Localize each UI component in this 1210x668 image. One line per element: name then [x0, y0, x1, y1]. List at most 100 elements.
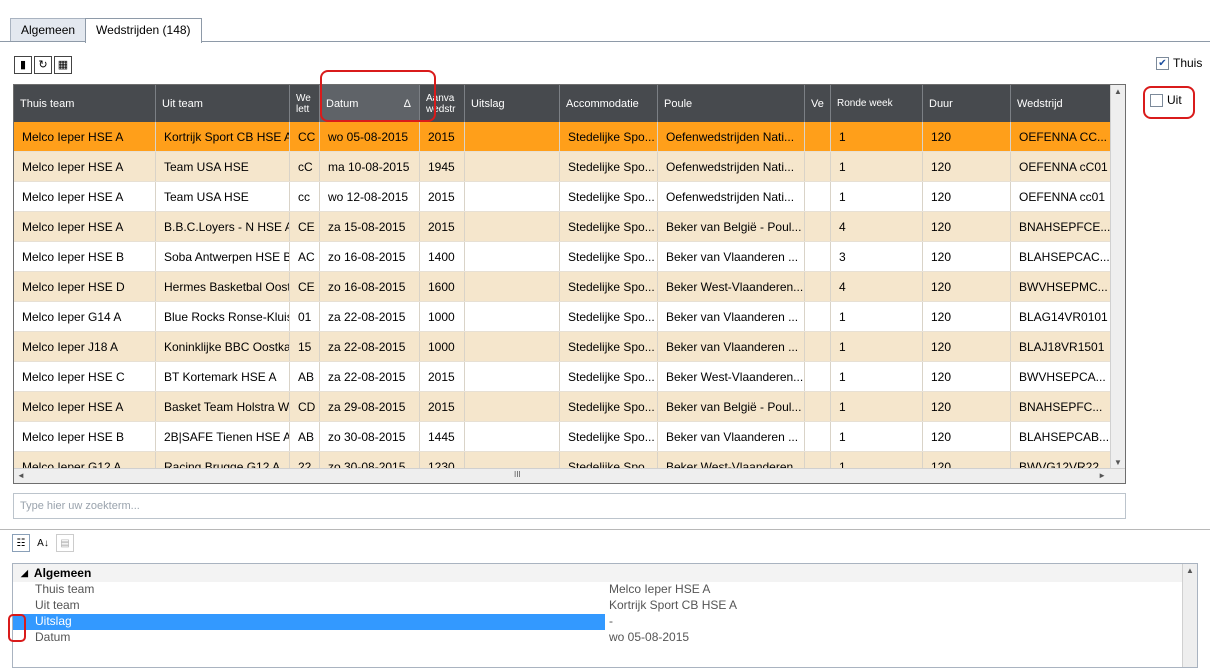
column-header-5[interactable]: Uitslag — [465, 85, 560, 122]
column-header-8[interactable]: Ve — [805, 85, 831, 122]
tab-algemeen[interactable]: Algemeen — [10, 18, 87, 42]
table-cell: Beker West-Vlaanderen... — [658, 362, 805, 391]
column-header-label: Uit team — [162, 97, 203, 110]
horizontal-scrollbar[interactable]: ◄ III ► — [14, 468, 1125, 483]
new-document-icon[interactable]: ▮ — [14, 56, 32, 74]
tab-wedstrijden[interactable]: Wedstrijden (148) — [85, 18, 202, 43]
table-cell: Stedelijke Spo... — [560, 392, 658, 421]
vertical-scrollbar[interactable]: ▲ ▼ — [1110, 85, 1125, 469]
column-chooser-icon[interactable]: ▦ — [54, 56, 72, 74]
collapse-icon[interactable]: ◢ — [21, 568, 28, 579]
table-cell: Oefenwedstrijden Nati... — [658, 182, 805, 211]
refresh-icon[interactable]: ↻ — [34, 56, 52, 74]
property-value[interactable]: - — [605, 614, 613, 630]
table-row[interactable]: Melco Ieper HSE B Soba Antwerpen HSE B AC z… — [14, 242, 1111, 272]
table-cell: Melco Ieper HSE D — [14, 272, 156, 301]
table-cell: 2015 — [420, 392, 465, 421]
table-cell: Stedelijke Spo... — [560, 122, 658, 151]
table-row[interactable]: Melco Ieper HSE A Kortrijk Sport CB HSE A… — [14, 122, 1111, 152]
scroll-up-icon[interactable]: ▲ — [1186, 566, 1194, 575]
table-cell: Melco Ieper HSE B — [14, 422, 156, 451]
property-row[interactable]: Datum wo 05-08-2015 — [13, 630, 1183, 646]
property-name: Uitslag — [13, 614, 605, 630]
table-cell: BLAHSEPCAB... — [1011, 422, 1111, 451]
table-cell — [465, 212, 560, 241]
scroll-left-icon[interactable]: ◄ — [17, 471, 25, 480]
scroll-right-icon[interactable]: ► — [1098, 471, 1106, 480]
search-input[interactable]: Type hier uw zoekterm... — [13, 493, 1126, 519]
column-header-label: Thuis team — [20, 97, 75, 110]
table-cell: 1 — [831, 332, 923, 361]
table-cell: 120 — [923, 242, 1011, 271]
categorized-icon[interactable]: ☷ — [12, 534, 30, 552]
table-cell: Melco Ieper HSE A — [14, 392, 156, 421]
table-cell: Melco Ieper G14 A — [14, 302, 156, 331]
column-header-label: Poule — [664, 97, 693, 110]
column-header-7[interactable]: Poule — [658, 85, 805, 122]
property-row[interactable]: Thuis team Melco Ieper HSE A — [13, 582, 1183, 598]
table-row[interactable]: Melco Ieper HSE A B.B.C.Loyers - N HSE AC… — [14, 212, 1111, 242]
property-row[interactable]: Uit team Kortrijk Sport CB HSE A — [13, 598, 1183, 614]
table-cell: 1445 — [420, 422, 465, 451]
table-cell: Soba Antwerpen HSE B — [156, 242, 290, 271]
table-row[interactable]: Melco Ieper HSE A Team USA HSE cc wo 12-08-… — [14, 182, 1111, 212]
property-scrollbar[interactable]: ▲ — [1182, 564, 1197, 667]
unchecked-box-icon — [1150, 93, 1163, 107]
table-cell — [805, 122, 831, 151]
table-cell: 3 — [831, 242, 923, 271]
column-header-10[interactable]: Duur — [923, 85, 1011, 122]
table-row[interactable]: Melco Ieper HSE D Hermes Basketbal Oost..… — [14, 272, 1111, 302]
property-value[interactable]: wo 05-08-2015 — [605, 630, 689, 646]
column-header-4[interactable]: Aanva wedstr — [420, 85, 465, 122]
table-row[interactable]: Melco Ieper HSE C BT Kortemark HSE A AB za … — [14, 362, 1111, 392]
tab-strip: Algemeen Wedstrijden (148) — [10, 18, 202, 43]
table-cell: Beker van Vlaanderen ... — [658, 332, 805, 361]
alphabetical-icon[interactable]: A↓ — [34, 534, 52, 552]
table-cell: wo 05-08-2015 — [320, 122, 420, 151]
scroll-up-icon[interactable]: ▲ — [1114, 87, 1122, 96]
table-row[interactable]: Melco Ieper HSE A Basket Team Holstra W..… — [14, 392, 1111, 422]
property-value[interactable]: Kortrijk Sport CB HSE A — [605, 598, 737, 614]
scroll-thumb-grip-icon[interactable]: III — [514, 470, 521, 479]
column-header-label: Uitslag — [471, 97, 505, 110]
table-cell: zo 16-08-2015 — [320, 272, 420, 301]
column-header-2[interactable]: We lett — [290, 85, 320, 122]
table-cell: Hermes Basketbal Oost... — [156, 272, 290, 301]
thuis-checkbox[interactable]: ✔ Thuis — [1156, 56, 1202, 70]
table-cell: BWVHSEPMC... — [1011, 272, 1111, 301]
splitter[interactable] — [0, 529, 1210, 530]
table-cell: Basket Team Holstra W... — [156, 392, 290, 421]
table-cell: 2015 — [420, 182, 465, 211]
table-row[interactable]: Melco Ieper HSE B 2B|SAFE Tienen HSE A AB z… — [14, 422, 1111, 452]
column-header-6[interactable]: Accommodatie — [560, 85, 658, 122]
table-cell: 1 — [831, 422, 923, 451]
property-row[interactable]: Uitslag - — [13, 614, 1183, 630]
table-row[interactable]: Melco Ieper J18 A Koninklijke BBC Oostka.… — [14, 332, 1111, 362]
column-header-9[interactable]: Ronde week — [831, 85, 923, 122]
property-value[interactable]: Melco Ieper HSE A — [605, 582, 710, 598]
table-cell: BNAHSEPFC... — [1011, 392, 1111, 421]
table-cell: wo 12-08-2015 — [320, 182, 420, 211]
table-cell: CC — [290, 122, 320, 151]
table-cell: BWVHSEPCA... — [1011, 362, 1111, 391]
table-cell: CD — [290, 392, 320, 421]
property-pages-icon[interactable]: ▤ — [56, 534, 74, 552]
table-cell: BLAJ18VR1501 — [1011, 332, 1111, 361]
table-cell: 01 — [290, 302, 320, 331]
column-header-label: Wedstrijd — [1017, 97, 1063, 110]
table-row[interactable]: Melco Ieper G14 A Blue Rocks Ronse-Kluis.… — [14, 302, 1111, 332]
table-cell — [465, 182, 560, 211]
uit-checkbox[interactable]: Uit — [1150, 93, 1182, 107]
category-algemeen[interactable]: ◢ Algemeen — [13, 564, 1183, 582]
column-header-11[interactable]: Wedstrijd — [1011, 85, 1111, 122]
property-grid[interactable]: ◢ Algemeen Thuis team Melco Ieper HSE A Ui… — [12, 563, 1198, 668]
column-header-1[interactable]: Uit team — [156, 85, 290, 122]
table-cell: ma 10-08-2015 — [320, 152, 420, 181]
table-cell — [805, 242, 831, 271]
matches-grid[interactable]: Thuis team Uit team We lett Datum Δ Aanva wed… — [13, 84, 1126, 484]
table-row[interactable]: Melco Ieper HSE A Team USA HSE cC ma 10-08-… — [14, 152, 1111, 182]
column-header-0[interactable]: Thuis team — [14, 85, 156, 122]
scroll-down-icon[interactable]: ▼ — [1114, 458, 1122, 467]
column-header-3[interactable]: Datum Δ — [320, 85, 420, 122]
column-header-label: Datum — [326, 97, 359, 110]
